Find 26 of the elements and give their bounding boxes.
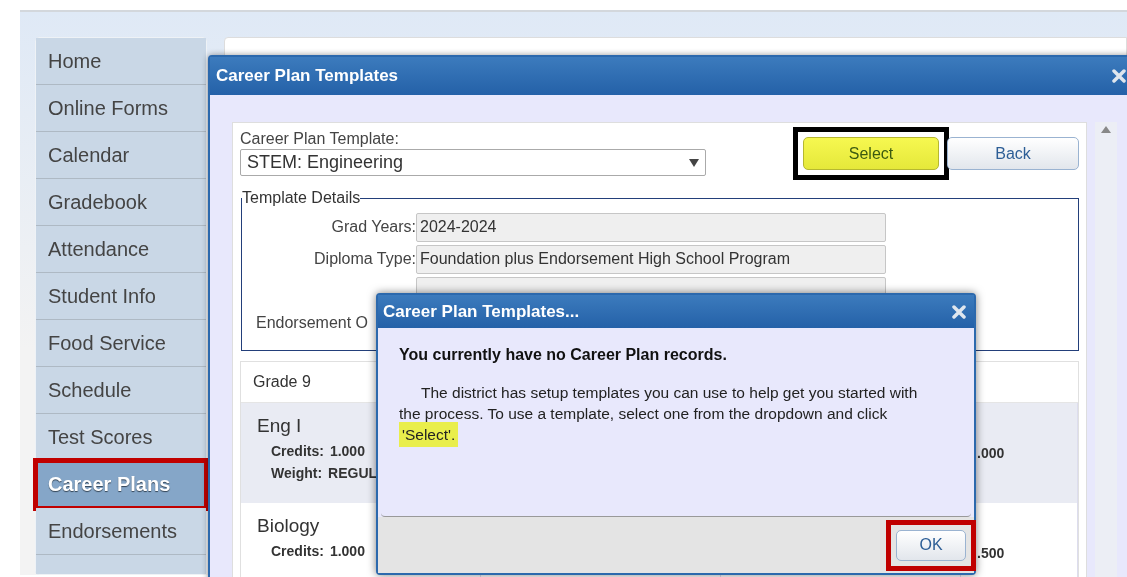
credits-value: 1.000 — [329, 543, 365, 559]
weight-label: Weight: — [271, 465, 323, 481]
table-cell-text: .000 — [977, 445, 1006, 461]
field-value: Foundation plus Endorsement High School Program — [416, 244, 886, 274]
field-label: Endorsement O — [255, 314, 370, 332]
dialog-title: Career Plan Templates... — [383, 301, 580, 322]
sidebar-item[interactable]: Endorsements — [36, 508, 206, 555]
ok-button[interactable]: OK — [896, 529, 966, 561]
course-name: Biology — [257, 515, 320, 537]
credits-label: Credits: — [271, 443, 324, 459]
credits-label: Credits: — [271, 543, 324, 559]
select-button[interactable]: Select — [803, 137, 939, 170]
field-label: Grad Years: — [330, 218, 416, 236]
sidebar-item[interactable]: Home — [36, 38, 206, 85]
field-value: 2024-2024 — [416, 212, 886, 242]
credits-value: 1.000 — [329, 443, 365, 459]
template-dropdown[interactable]: STEM: Engineering — [240, 149, 706, 176]
table-cell-text: .500 — [977, 545, 1006, 561]
course-name: Eng I — [257, 415, 302, 437]
weight-value: REGUL — [328, 465, 378, 481]
message-heading: You currently have no Career Plan records. — [399, 346, 728, 364]
field-label: Diploma Type: — [313, 250, 416, 268]
group-legend: Template Details — [242, 189, 361, 207]
field-label: Career Plan Template: — [240, 130, 400, 148]
dialog-title: Career Plan Templates — [216, 66, 399, 86]
back-button[interactable]: Back — [947, 137, 1079, 170]
